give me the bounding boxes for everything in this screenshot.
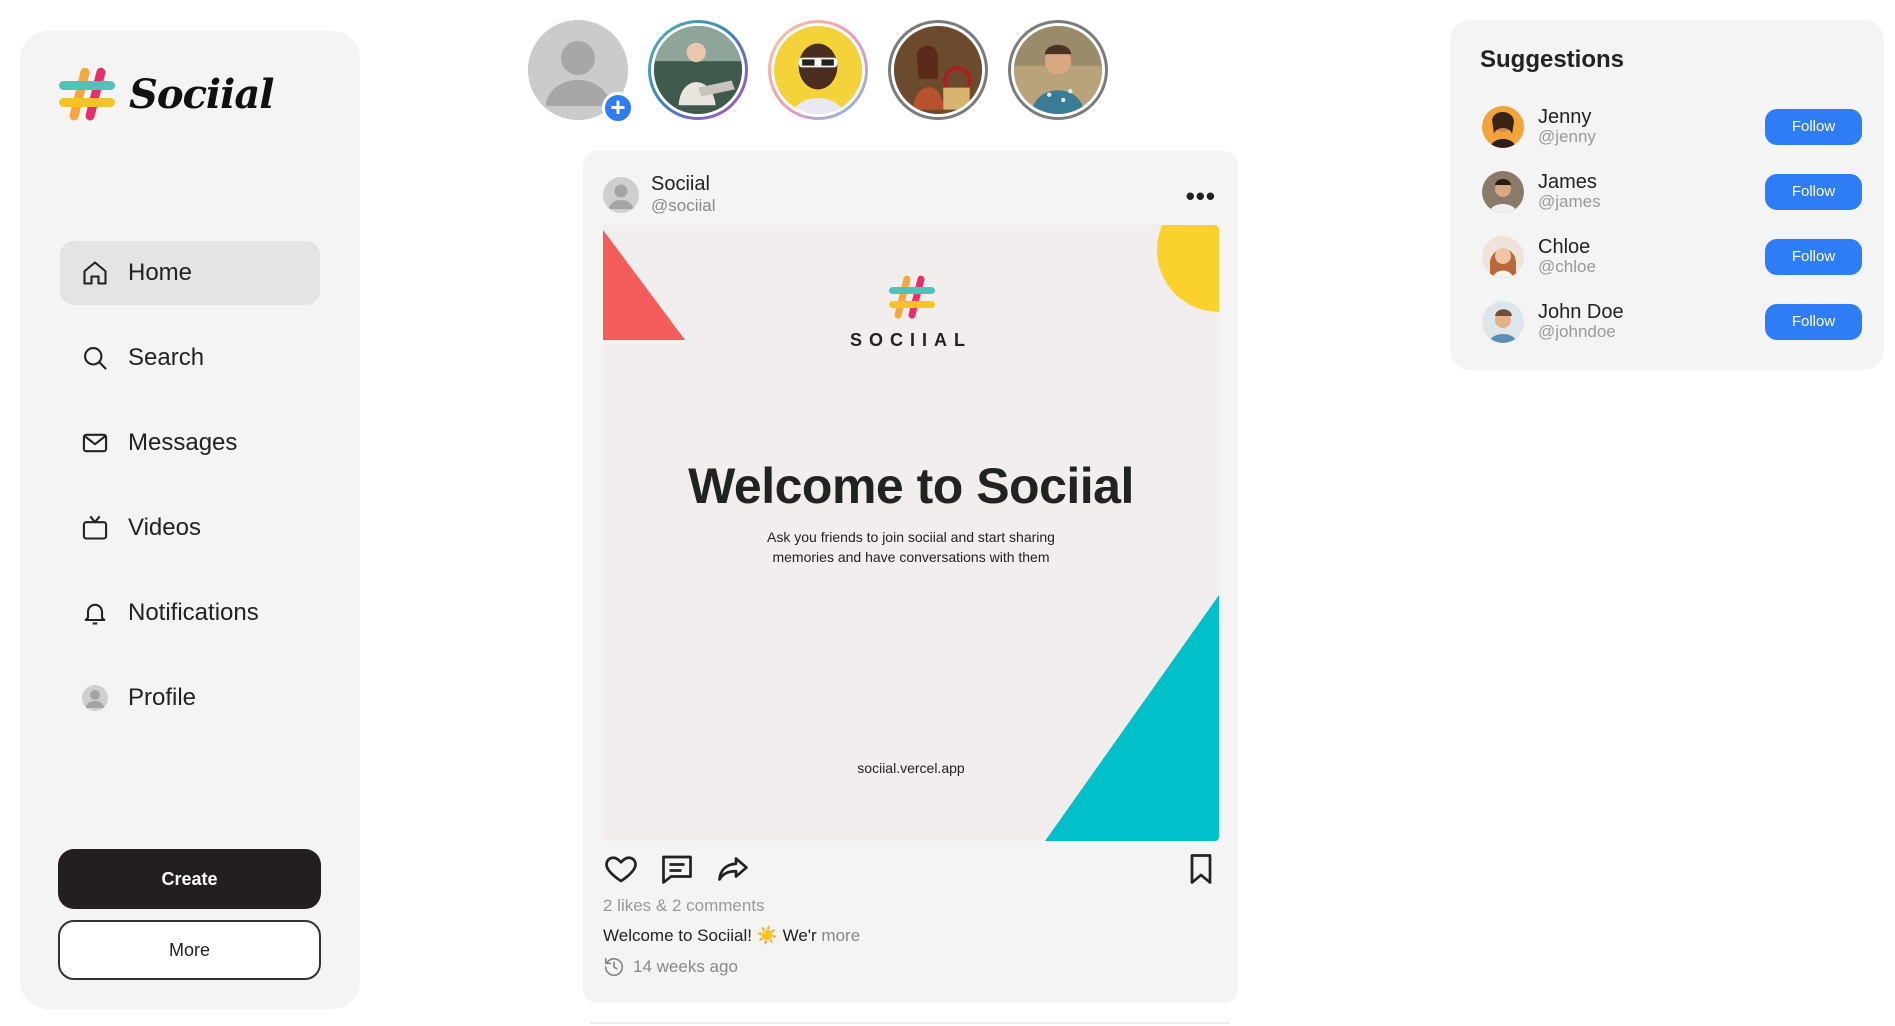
sidebar-item-notifications[interactable]: Notifications bbox=[60, 581, 320, 645]
story-avatar bbox=[651, 23, 745, 117]
avatar[interactable] bbox=[1482, 105, 1524, 148]
suggestion-row: James @james Follow bbox=[1482, 159, 1862, 224]
history-icon bbox=[604, 957, 624, 977]
avatar[interactable] bbox=[1482, 300, 1524, 343]
suggestion-names: John Doe @johndoe bbox=[1538, 302, 1765, 342]
bell-icon bbox=[80, 598, 110, 628]
post-image-subtitle: Ask you friends to join sociial and star… bbox=[603, 527, 1219, 567]
suggestion-handle: @chloe bbox=[1538, 256, 1596, 276]
story-avatar bbox=[1011, 23, 1105, 117]
sidebar-item-search[interactable]: Search bbox=[60, 326, 320, 390]
app-logo[interactable]: Sociial bbox=[57, 65, 274, 123]
suggestion-handle: @jenny bbox=[1538, 126, 1596, 146]
mail-icon bbox=[80, 428, 110, 458]
create-button[interactable]: Create bbox=[58, 849, 321, 909]
share-icon[interactable] bbox=[715, 851, 751, 892]
more-button[interactable]: More bbox=[58, 920, 321, 980]
like-heart-icon[interactable] bbox=[603, 851, 639, 892]
bookmark-icon[interactable] bbox=[1183, 851, 1219, 892]
suggestion-name[interactable]: James bbox=[1538, 172, 1765, 192]
post-image-subtitle-line: memories and have conversations with the… bbox=[772, 549, 1050, 565]
post-image-subtitle-line: Ask you friends to join sociial and star… bbox=[767, 529, 1055, 545]
follow-button[interactable]: Follow bbox=[1765, 238, 1862, 275]
post-author-info: Sociial @sociial bbox=[651, 173, 716, 217]
suggestion-name[interactable]: Chloe bbox=[1538, 237, 1765, 257]
suggestions-panel: Suggestions Jenny @jenny Follow James @j… bbox=[1450, 20, 1884, 370]
sidebar: Sociial Home Search Messages Videos Noti… bbox=[20, 31, 360, 1009]
post-author-avatar[interactable] bbox=[603, 177, 639, 213]
stories-bar: + bbox=[528, 20, 1108, 124]
post-image-title: Welcome to Sociial bbox=[688, 458, 1134, 514]
story-user[interactable] bbox=[768, 20, 868, 120]
app-name: Sociial bbox=[129, 70, 274, 118]
suggestion-row: Jenny @jenny Follow bbox=[1482, 94, 1862, 159]
suggestion-names: Jenny @jenny bbox=[1538, 107, 1765, 147]
sidebar-item-label: Messages bbox=[128, 429, 238, 456]
story-user[interactable] bbox=[648, 20, 748, 120]
post-image-brand: SOCIIAL bbox=[849, 330, 972, 350]
story-user[interactable] bbox=[1008, 20, 1108, 120]
post-header: Sociial @sociial bbox=[603, 173, 716, 217]
suggestion-handle: @james bbox=[1538, 191, 1601, 211]
sidebar-item-profile[interactable]: Profile bbox=[60, 666, 320, 730]
story-own[interactable]: + bbox=[528, 20, 634, 124]
follow-button[interactable]: Follow bbox=[1765, 173, 1862, 210]
caption-more-link[interactable]: more bbox=[821, 926, 860, 945]
search-icon bbox=[80, 343, 110, 373]
sidebar-item-label: Profile bbox=[128, 684, 197, 711]
more-options-icon[interactable]: ••• bbox=[1186, 181, 1216, 212]
comment-icon[interactable] bbox=[659, 851, 695, 892]
home-icon bbox=[80, 258, 110, 288]
post-card: Sociial @sociial ••• SOCIIAL Welcome to … bbox=[583, 151, 1238, 1003]
sidebar-item-label: Notifications bbox=[128, 599, 259, 626]
feed-divider bbox=[590, 1022, 1230, 1024]
post-author-name[interactable]: Sociial bbox=[651, 173, 716, 195]
story-avatar bbox=[891, 23, 985, 117]
follow-button[interactable]: Follow bbox=[1765, 108, 1862, 145]
sidebar-item-home[interactable]: Home bbox=[60, 241, 320, 305]
suggestions-title: Suggestions bbox=[1480, 46, 1625, 73]
suggestion-names: Chloe @chloe bbox=[1538, 237, 1765, 277]
suggestion-row: John Doe @johndoe Follow bbox=[1482, 289, 1862, 354]
sidebar-item-messages[interactable]: Messages bbox=[60, 411, 320, 475]
story-avatar bbox=[771, 23, 865, 117]
post-caption: Welcome to Sociial! ☀️ We'r more bbox=[603, 926, 860, 946]
avatar[interactable] bbox=[1482, 170, 1524, 213]
suggestions-list: Jenny @jenny Follow James @james Follow bbox=[1482, 94, 1862, 354]
tv-icon bbox=[80, 513, 110, 543]
avatar[interactable] bbox=[1482, 235, 1524, 278]
post-author-handle: @sociial bbox=[651, 196, 716, 215]
app-root: Sociial Home Search Messages Videos Noti… bbox=[0, 0, 1895, 1026]
suggestion-name[interactable]: John Doe bbox=[1538, 302, 1765, 322]
suggestion-handle: @johndoe bbox=[1538, 321, 1616, 341]
sidebar-item-label: Videos bbox=[128, 514, 201, 541]
post-actions bbox=[603, 851, 1219, 891]
post-time-text: 14 weeks ago bbox=[633, 957, 738, 976]
sidebar-item-videos[interactable]: Videos bbox=[60, 496, 320, 560]
sidebar-item-label: Search bbox=[128, 344, 205, 371]
profile-avatar-icon bbox=[80, 683, 110, 713]
hash-logo-icon bbox=[59, 67, 115, 121]
suggestion-names: James @james bbox=[1538, 172, 1765, 212]
follow-button[interactable]: Follow bbox=[1765, 303, 1862, 340]
sidebar-item-label: Home bbox=[128, 259, 193, 286]
post-time: 14 weeks ago bbox=[603, 956, 738, 978]
suggestion-row: Chloe @chloe Follow bbox=[1482, 224, 1862, 289]
suggestion-name[interactable]: Jenny bbox=[1538, 107, 1765, 127]
post-image-url: sociial.vercel.app bbox=[857, 760, 965, 776]
add-story-plus-icon[interactable]: + bbox=[602, 92, 634, 124]
post-image[interactable]: SOCIIAL Welcome to Sociial Ask you frien… bbox=[603, 225, 1219, 841]
post-caption-text: Welcome to Sociial! ☀️ We'r bbox=[603, 926, 817, 945]
sidebar-nav: Home Search Messages Videos Notification… bbox=[60, 241, 360, 751]
story-user[interactable] bbox=[888, 20, 988, 120]
post-stats[interactable]: 2 likes & 2 comments bbox=[603, 896, 765, 916]
